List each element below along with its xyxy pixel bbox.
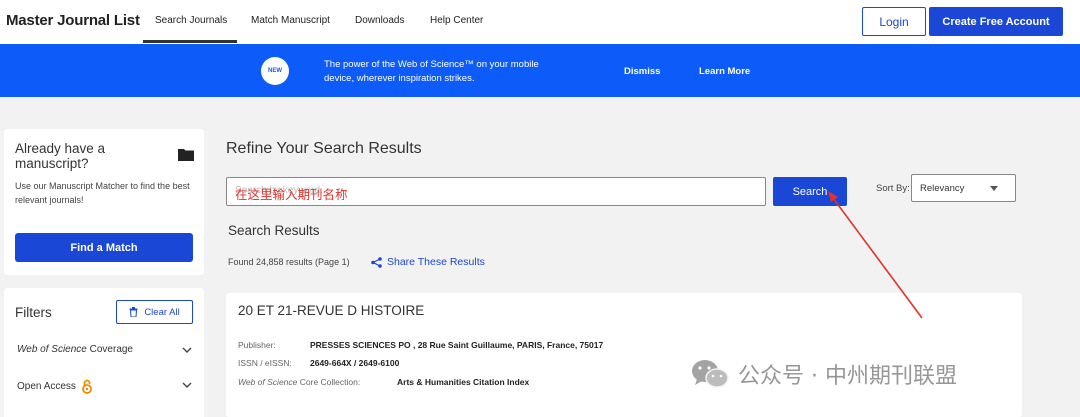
issn-value: 2649-664X / 2649-6100: [310, 358, 400, 368]
filter-wos-coverage[interactable]: Web of Science Coverage: [17, 344, 133, 355]
nav-downloads[interactable]: Downloads: [355, 15, 404, 26]
collection-label: Web of Science Core Collection:: [238, 377, 360, 387]
filter-open-access[interactable]: Open Access: [17, 379, 92, 394]
banner-learn-more-link[interactable]: Learn More: [699, 66, 750, 77]
clear-all-button[interactable]: Clear All: [116, 300, 193, 324]
search-annotation-text: 在这里输入期刊名称: [235, 187, 348, 202]
sort-by-label: Sort By:: [876, 183, 910, 194]
login-button[interactable]: Login: [862, 7, 926, 36]
site-logo[interactable]: Master Journal List: [6, 12, 140, 29]
filter-open-access-label: Open Access: [17, 381, 76, 392]
find-match-button[interactable]: Find a Match: [15, 233, 193, 262]
collection-label-rest: Core Collection:: [297, 377, 361, 387]
watermark: 公众号 · 中州期刊联盟: [690, 358, 957, 390]
chevron-down-icon[interactable]: [182, 347, 192, 354]
banner-dismiss-link[interactable]: Dismiss: [624, 66, 660, 77]
share-icon: [371, 256, 382, 268]
nav-help-center[interactable]: Help Center: [430, 15, 483, 26]
manuscript-card-title: Already have a manuscript?: [15, 141, 106, 171]
chevron-down-icon[interactable]: [182, 382, 192, 389]
create-account-button[interactable]: Create Free Account: [929, 7, 1063, 36]
results-count: Found 24,858 results (Page 1): [228, 257, 350, 267]
results-title: Search Results: [228, 223, 320, 238]
search-button[interactable]: Search: [773, 177, 847, 206]
new-badge-icon: NEW: [261, 57, 289, 85]
new-badge-text: NEW: [268, 68, 282, 74]
nav-search-journals[interactable]: Search Journals: [155, 15, 227, 26]
clear-all-label: Clear All: [144, 306, 180, 318]
collection-label-italic: Web of Science: [238, 377, 298, 387]
wechat-icon: [692, 360, 729, 388]
sort-select[interactable]: Relevancy: [911, 174, 1016, 202]
share-results-link[interactable]: Share These Results: [371, 256, 485, 268]
nav-match-manuscript[interactable]: Match Manuscript: [251, 15, 330, 26]
publisher-value: PRESSES SCIENCES PO , 28 Rue Saint Guill…: [310, 340, 604, 350]
journal-title[interactable]: 20 ET 21-REVUE D HISTOIRE: [238, 303, 424, 318]
page-title: Refine Your Search Results: [226, 140, 422, 157]
collection-value: Arts & Humanities Citation Index: [397, 377, 530, 387]
sort-select-value: Relevancy: [920, 183, 965, 194]
search-input[interactable]: Search by keyword... 在这里输入期刊名称: [226, 177, 766, 206]
issn-label: ISSN / eISSN:: [238, 358, 292, 368]
filter-wos-coverage-italic: Web of Science: [17, 344, 87, 355]
nav-active-indicator: [143, 40, 237, 43]
banner-text: The power of the Web of Science™ on your…: [324, 59, 539, 84]
publisher-label: Publisher:: [238, 340, 276, 350]
folder-icon: [178, 149, 194, 161]
open-access-lock-icon: [82, 379, 92, 394]
trash-icon: [129, 307, 138, 317]
filter-wos-coverage-label: Coverage: [86, 344, 133, 355]
manuscript-card-description: Use our Manuscript Matcher to find the b…: [15, 181, 190, 205]
watermark-text: 公众号 · 中州期刊联盟: [738, 364, 957, 389]
caret-down-icon: [990, 186, 998, 191]
filters-title: Filters: [15, 305, 52, 320]
share-results-label: Share These Results: [387, 256, 485, 268]
